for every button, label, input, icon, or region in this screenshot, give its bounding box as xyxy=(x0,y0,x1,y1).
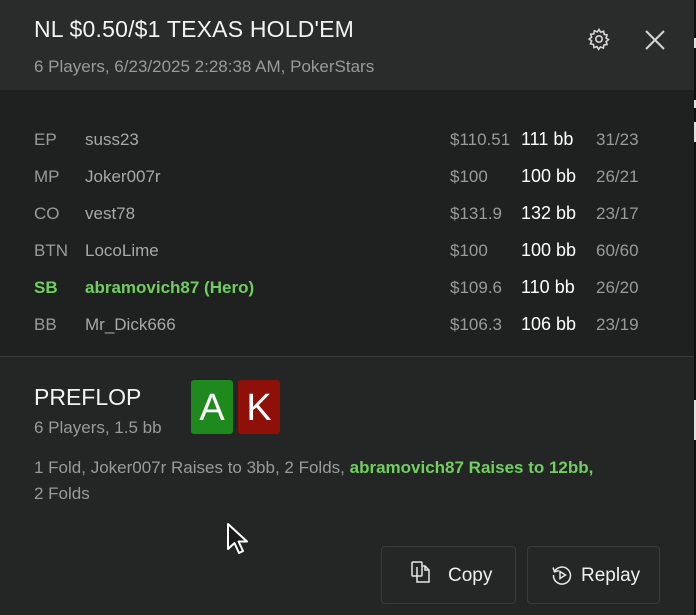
actions-text-end: 2 Folds xyxy=(34,484,90,503)
gear-icon[interactable] xyxy=(587,27,611,51)
player-name: vest78 xyxy=(85,204,136,223)
player-row: MP Joker007r $100 100 bb 26/21 xyxy=(0,163,694,193)
copy-icon xyxy=(409,560,433,584)
hand-header: NL $0.50/$1 TEXAS HOLD'EM 6 Players, 6/2… xyxy=(0,0,694,90)
player-stats: 31/23 xyxy=(596,130,639,149)
player-stats: 23/17 xyxy=(596,204,639,223)
player-row: BB Mr_Dick666 $106.3 106 bb 23/19 xyxy=(0,311,694,341)
player-row: EP suss23 $110.51 111 bb 31/23 xyxy=(0,126,694,156)
replay-icon xyxy=(550,563,574,587)
player-stats: 26/21 xyxy=(596,167,639,186)
player-row: BTN LocoLime $100 100 bb 60/60 xyxy=(0,237,694,267)
player-stats: 60/60 xyxy=(596,241,639,260)
player-name: Joker007r xyxy=(85,167,161,186)
player-name: abramovich87 (Hero) xyxy=(85,278,255,297)
player-stack-bb: 100 bb xyxy=(521,166,577,186)
copy-button[interactable]: Copy xyxy=(381,546,516,604)
hole-card-ace: A xyxy=(191,380,233,434)
player-row-hero: SB abramovich87 (Hero) $109.6 110 bb 26/20 xyxy=(0,274,694,304)
street-title: PREFLOP xyxy=(34,384,142,410)
player-stack: $110.51 xyxy=(450,130,511,149)
player-row: CO vest78 $131.9 132 bb 23/17 xyxy=(0,200,694,230)
player-stack: $109.6 xyxy=(450,278,502,297)
preflop-actions: 1 Fold, Joker007r Raises to 3bb, 2 Folds… xyxy=(34,455,654,507)
player-name: LocoLime xyxy=(85,241,159,260)
player-stats: 26/20 xyxy=(596,278,639,297)
player-position: MP xyxy=(34,167,60,186)
hero-action: abramovich87 Raises to 12bb, xyxy=(349,458,594,477)
hand-history-window: NL $0.50/$1 TEXAS HOLD'EM 6 Players, 6/2… xyxy=(0,0,696,615)
player-position: CO xyxy=(34,204,60,223)
hand-subtitle: 6 Players, 6/23/2025 2:28:38 AM, PokerSt… xyxy=(34,57,375,76)
player-name: Mr_Dick666 xyxy=(85,315,176,334)
actions-text: 1 Fold, Joker007r Raises to 3bb, 2 Folds… xyxy=(34,458,350,477)
close-icon[interactable] xyxy=(642,27,668,53)
player-stack-bb: 110 bb xyxy=(521,277,575,297)
player-stack-bb: 132 bb xyxy=(521,203,577,223)
replay-button-label: Replay xyxy=(581,565,641,586)
player-name: suss23 xyxy=(85,130,139,149)
player-position: BTN xyxy=(34,241,68,260)
hole-card-king: K xyxy=(238,380,280,434)
player-position: BB xyxy=(34,315,57,334)
copy-button-label: Copy xyxy=(448,565,493,586)
replay-button[interactable]: Replay xyxy=(527,546,660,604)
player-stack: $100 xyxy=(450,167,488,186)
street-summary: 6 Players, 1.5 bb xyxy=(34,418,162,437)
hand-title: NL $0.50/$1 TEXAS HOLD'EM xyxy=(34,16,355,42)
player-stack-bb: 111 bb xyxy=(521,129,574,149)
player-position: SB xyxy=(34,278,58,297)
player-position: EP xyxy=(34,130,57,149)
player-stack: $131.9 xyxy=(450,204,502,223)
players-table: EP suss23 $110.51 111 bb 31/23 MP Joker007r $10… xyxy=(0,90,694,357)
player-stack-bb: 100 bb xyxy=(521,240,577,260)
player-stack: $100 xyxy=(450,241,488,260)
player-stack: $106.3 xyxy=(450,315,502,334)
player-stats: 23/19 xyxy=(596,315,639,334)
mouse-cursor-icon xyxy=(226,522,252,556)
player-stack-bb: 106 bb xyxy=(521,314,577,334)
